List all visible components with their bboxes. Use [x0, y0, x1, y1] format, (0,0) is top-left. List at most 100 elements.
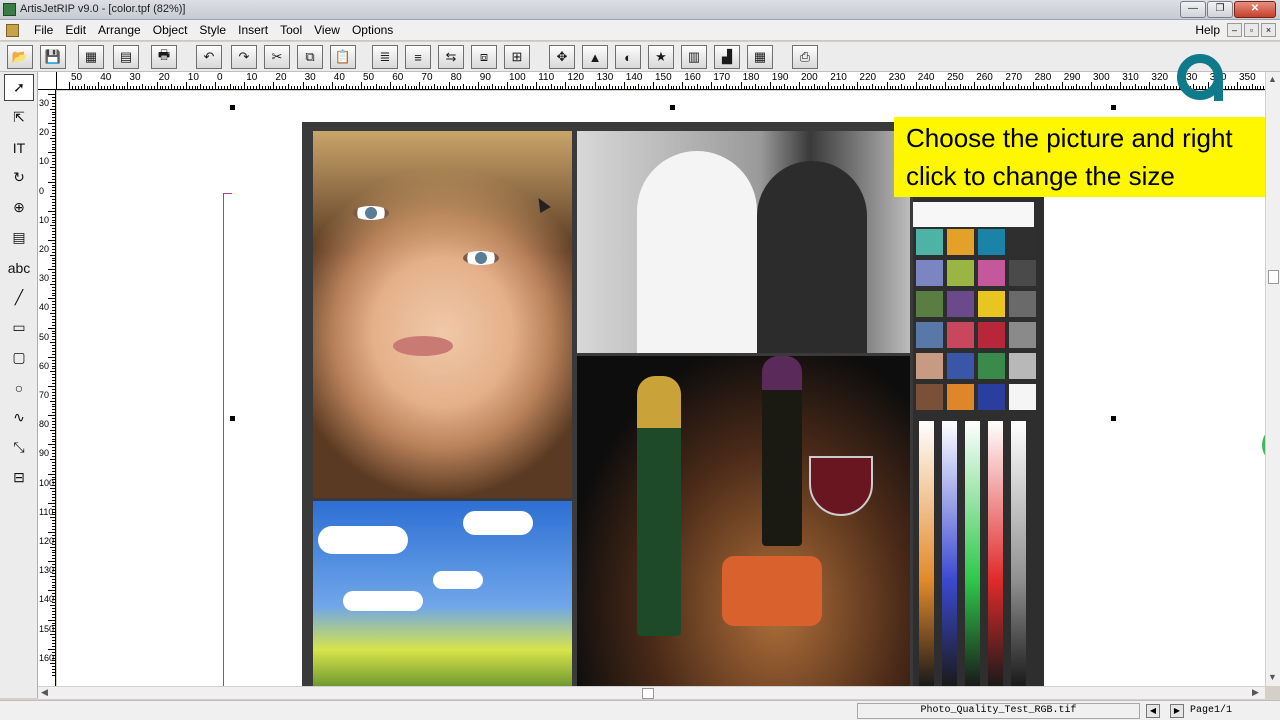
menu-style[interactable]: Style: [193, 23, 232, 38]
ruler-tick: [626, 86, 628, 89]
open-icon[interactable]: 📂: [7, 45, 33, 69]
selection-handle[interactable]: [1111, 416, 1116, 421]
paste-icon[interactable]: 📋: [330, 45, 356, 69]
ruler-tick: [52, 383, 55, 385]
menu-arrange[interactable]: Arrange: [92, 23, 147, 38]
close-button[interactable]: ✕: [1234, 1, 1276, 18]
scroll-left-arrow-icon[interactable]: ◀: [41, 687, 48, 698]
group-icon[interactable]: ⧈: [471, 45, 497, 69]
horizontal-scroll-thumb[interactable]: [642, 688, 654, 699]
spectrum-icon[interactable]: ◐: [615, 45, 641, 69]
brand-logo: [1177, 54, 1223, 101]
grid-icon[interactable]: ▥: [681, 45, 707, 69]
ruler-tick: [623, 82, 625, 89]
menu-object[interactable]: Object: [147, 23, 194, 38]
redo-icon[interactable]: ↷: [231, 45, 257, 69]
color-test-chart[interactable]: [913, 131, 1044, 686]
menu-help[interactable]: Help: [1195, 23, 1220, 37]
ungroup-icon[interactable]: ⊞: [504, 45, 530, 69]
menu-tool[interactable]: Tool: [274, 23, 308, 38]
ruler-tick: [52, 526, 55, 528]
text-grid-icon[interactable]: ▦: [747, 45, 773, 69]
portrait-photo[interactable]: [313, 131, 572, 498]
align-right-icon[interactable]: ≡: [405, 45, 431, 69]
ellipse-icon[interactable]: ○: [4, 374, 34, 401]
hair-region: [313, 131, 572, 251]
ruler-label: 50: [71, 72, 83, 83]
rotate-icon[interactable]: ↻: [4, 164, 34, 191]
shapes-color-icon[interactable]: ▲: [582, 45, 608, 69]
preview-icon[interactable]: ⎙: [792, 45, 818, 69]
menu-file[interactable]: File: [28, 23, 59, 38]
color-swatch: [916, 260, 943, 286]
cut-icon[interactable]: ✂: [264, 45, 290, 69]
ruler-tick: [945, 82, 946, 89]
page-prev-button[interactable]: ◀: [1146, 704, 1160, 718]
ruler-tick: [1070, 86, 1072, 89]
align-left-icon[interactable]: ≣: [372, 45, 398, 69]
wine-still-life-photo[interactable]: [577, 356, 910, 686]
page-next-button[interactable]: ▶: [1170, 704, 1184, 718]
chart-icon[interactable]: ▟: [714, 45, 740, 69]
doc-restore-button[interactable]: ▫: [1244, 23, 1259, 37]
line-icon[interactable]: ╱: [4, 284, 34, 311]
menu-insert[interactable]: Insert: [232, 23, 274, 38]
node-edit-icon[interactable]: ⇱: [4, 104, 34, 131]
selection-handle[interactable]: [1111, 105, 1116, 110]
table-icon[interactable]: ⊟: [4, 464, 34, 491]
ruler-tick: [334, 86, 336, 89]
color-swatch: [978, 291, 1005, 317]
rectangle-icon[interactable]: ▭: [4, 314, 34, 341]
selection-handle[interactable]: [230, 105, 235, 110]
ruler-tick: [282, 86, 284, 89]
curve-icon[interactable]: ∿: [4, 404, 34, 431]
maximize-button[interactable]: ❐: [1207, 1, 1233, 18]
scroll-right-arrow-icon[interactable]: ▶: [1252, 687, 1259, 698]
move-icon[interactable]: ✥: [549, 45, 575, 69]
undo-icon[interactable]: ↶: [196, 45, 222, 69]
landscape-photo[interactable]: [313, 501, 572, 686]
page-icon[interactable]: ▤: [4, 224, 34, 251]
star-icon[interactable]: ★: [648, 45, 674, 69]
select-arrow-icon[interactable]: ➚: [4, 74, 34, 101]
vertical-scroll-thumb[interactable]: [1268, 270, 1279, 284]
zoom-icon[interactable]: ⊕: [4, 194, 34, 221]
ruler-tick: [845, 86, 847, 89]
menu-edit[interactable]: Edit: [59, 23, 92, 38]
ruler-label: 30: [129, 72, 141, 83]
ruler-tick: [52, 581, 55, 583]
scroll-down-arrow-icon[interactable]: ▼: [1268, 672, 1277, 682]
document-icon[interactable]: [6, 24, 19, 37]
vertical-scrollbar[interactable]: ▲ ▼: [1265, 72, 1280, 686]
horizontal-scrollbar[interactable]: ◀ ▶: [38, 686, 1265, 699]
abc-text-icon[interactable]: abc: [4, 254, 34, 281]
ruler-tick: [378, 86, 380, 89]
save-icon[interactable]: 💾: [40, 45, 66, 69]
ruler-tick: [48, 561, 55, 563]
print-icon[interactable]: 🖶: [151, 45, 177, 69]
ruler-tick: [638, 84, 640, 89]
dimension-icon[interactable]: ⤡: [4, 434, 34, 461]
ruler-tick: [781, 86, 783, 89]
copy-icon[interactable]: ⧉: [297, 45, 323, 69]
text-tool-icon[interactable]: IT: [4, 134, 34, 161]
wedding-photo[interactable]: [577, 131, 910, 353]
ruler-tick: [556, 86, 558, 89]
menu-view[interactable]: View: [308, 23, 346, 38]
menu-options[interactable]: Options: [346, 23, 399, 38]
doc-minimize-button[interactable]: –: [1227, 23, 1242, 37]
scroll-up-arrow-icon[interactable]: ▲: [1268, 74, 1277, 84]
selection-handle[interactable]: [230, 416, 235, 421]
import-icon[interactable]: ▦: [78, 45, 104, 69]
ruler-tick: [52, 520, 55, 522]
ruler-tick: [52, 365, 55, 367]
minimize-button[interactable]: —: [1180, 1, 1206, 18]
rounded-rect-icon[interactable]: ▢: [4, 344, 34, 371]
distribute-icon[interactable]: ⇆: [438, 45, 464, 69]
doc-close-button[interactable]: ×: [1261, 23, 1276, 37]
test-image-frame[interactable]: [302, 122, 1044, 686]
ruler-tick: [883, 86, 885, 89]
selection-handle[interactable]: [670, 105, 675, 110]
export-icon[interactable]: ▤: [113, 45, 139, 69]
ruler-tick: [361, 82, 362, 89]
